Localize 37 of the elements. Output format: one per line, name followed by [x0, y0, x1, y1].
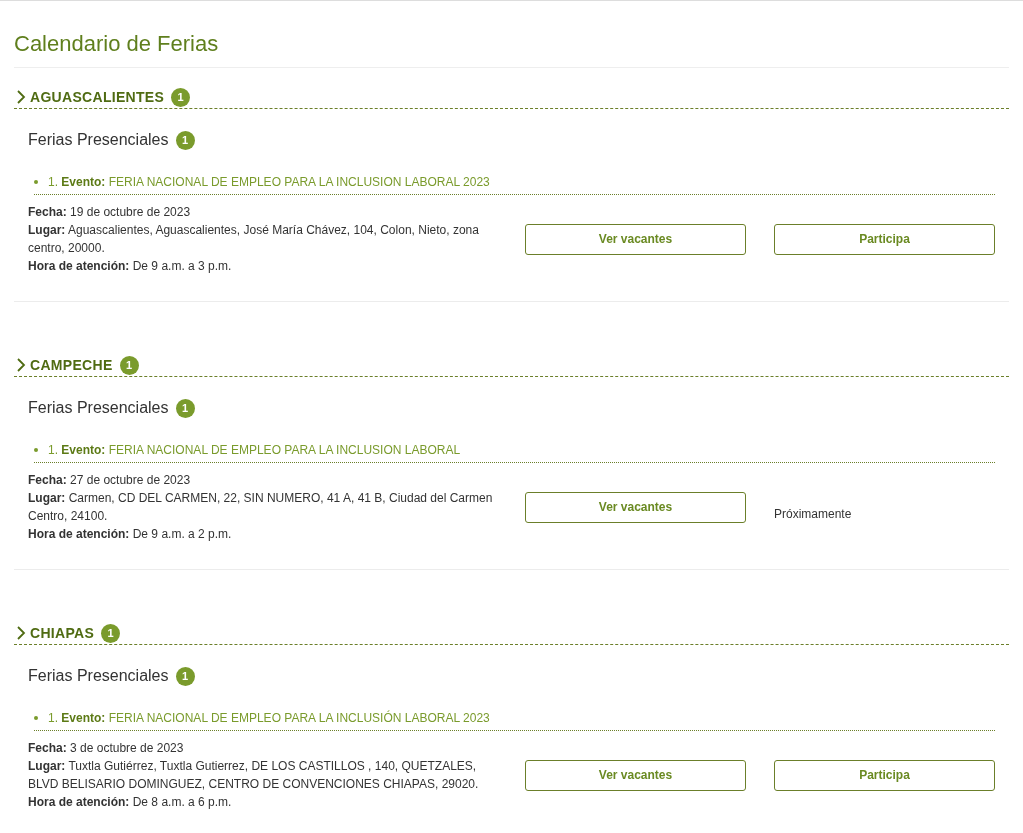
event-title: 1. Evento: FERIA NACIONAL DE EMPLEO PARA LA INCLUSION LABORAL: [48, 443, 461, 457]
bullet-icon: [34, 716, 38, 720]
action-button[interactable]: Ver vacantes: [525, 759, 746, 791]
chevron-icon[interactable]: [16, 626, 26, 640]
count-badge: 1: [171, 87, 191, 107]
event-detail: Lugar: Tuxtla Gutiérrez, Tuxtla Gutierrez, DE LOS CASTILLOS , 140, QUETZALES, BLVD BELISARIO DOMINGUEZ, CENTRO DE CONVENCIONES CHIAPAS, 29020.: [28, 758, 480, 793]
chevron-icon[interactable]: [16, 358, 26, 372]
state-name[interactable]: CAMPECHE: [30, 357, 113, 373]
count-badge: 1: [175, 398, 195, 418]
event-detail: Fecha: 27 de octubre de 2023: [28, 472, 192, 489]
action-button[interactable]: Participa: [774, 759, 995, 791]
status-note: Próximamente: [774, 507, 852, 521]
event-detail: Fecha: 19 de octubre de 2023: [28, 204, 192, 221]
group-title: Ferias Presenciales: [28, 399, 169, 417]
event-detail: Lugar: Carmen, CD DEL CARMEN, 22, SIN NUMERO, 41 A, 41 B, Ciudad del Carmen Centro, 24100.: [28, 490, 494, 525]
action-button[interactable]: Participa: [774, 223, 995, 255]
event-detail: Hora de atención: De 9 a.m. a 3 p.m.: [28, 258, 233, 275]
count-badge: 1: [175, 666, 195, 686]
event-detail: Lugar: Aguascalientes, Aguascalientes, José María Chávez, 104, Colon, Nieto, zona centro, 20000.: [28, 222, 480, 257]
action-button[interactable]: Ver vacantes: [525, 491, 746, 523]
action-button[interactable]: Ver vacantes: [525, 223, 746, 255]
event-title: 1. Evento: FERIA NACIONAL DE EMPLEO PARA LA INCLUSIÓN LABORAL 2023: [48, 711, 490, 725]
group-title: Ferias Presenciales: [28, 131, 169, 149]
event-detail: Fecha: 3 de octubre de 2023: [28, 740, 185, 757]
count-badge: 1: [175, 130, 195, 150]
event-title: 1. Evento: FERIA NACIONAL DE EMPLEO PARA LA INCLUSION LABORAL 2023: [48, 175, 490, 189]
bullet-icon: [34, 180, 38, 184]
bullet-icon: [34, 448, 38, 452]
event-detail: Hora de atención: De 8 a.m. a 6 p.m.: [28, 794, 233, 811]
count-badge: 1: [119, 355, 139, 375]
event-detail: Hora de atención: De 9 a.m. a 2 p.m.: [28, 526, 233, 543]
group-title: Ferias Presenciales: [28, 667, 169, 685]
page-title: Calendario de Ferias: [14, 1, 1009, 68]
chevron-icon[interactable]: [16, 90, 26, 104]
state-name[interactable]: CHIAPAS: [30, 625, 95, 641]
count-badge: 1: [101, 623, 121, 643]
state-name[interactable]: AGUASCALIENTES: [30, 89, 165, 105]
